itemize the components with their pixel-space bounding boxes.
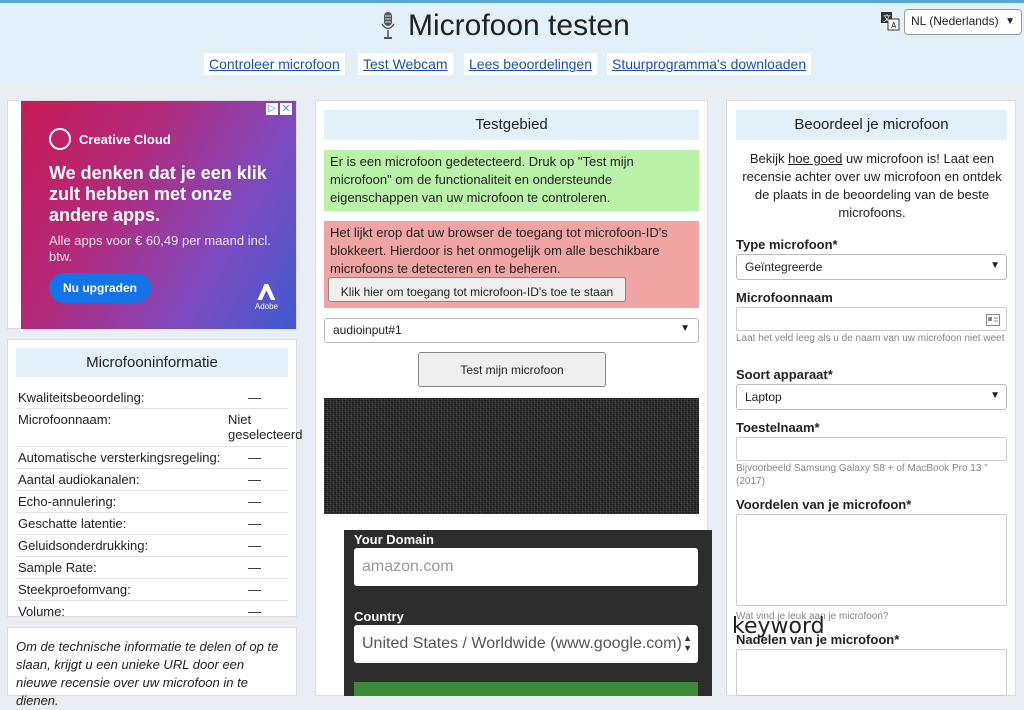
nav-link[interactable]: Stuurprogramma's downloaden: [607, 53, 812, 75]
adchoices-icon[interactable]: ▷: [266, 103, 278, 115]
close-ad-icon[interactable]: ✕: [280, 103, 292, 115]
how-good-link[interactable]: hoe goed: [788, 151, 842, 166]
mic-info-title: Microfooninformatie: [16, 348, 288, 377]
nav-item-check-mic[interactable]: Controleer microfoon: [204, 53, 345, 75]
nav-item-reviews[interactable]: Lees beoordelingen: [464, 53, 597, 75]
language-select[interactable]: NL (Nederlands) ▼: [904, 9, 1022, 35]
cons-label: Nadelen van je microfoon*: [736, 632, 900, 647]
chevron-down-icon: ▼: [990, 390, 1000, 401]
select-arrows-icon: ▲ ▼: [683, 633, 692, 653]
device-type-value: Laptop: [745, 390, 782, 404]
nav-link[interactable]: Test Webcam: [358, 53, 453, 75]
blocked-message: Het lijkt erop dat uw browser de toegang…: [324, 221, 699, 308]
device-select[interactable]: audioinput#1 ▼: [324, 318, 699, 343]
info-row: Aantal audiokanalen: —: [16, 469, 288, 491]
mic-name-input[interactable]: [736, 307, 1007, 331]
ad-brand: Creative Cloud: [49, 128, 171, 150]
info-row: Echo-annulering: —: [16, 491, 288, 513]
info-row: Microfoonnaam: Niet geselecteerd: [16, 409, 302, 447]
model-input[interactable]: [736, 437, 1007, 461]
type-value: Geïntegreerde: [745, 260, 823, 274]
chevron-down-icon: ▼: [990, 260, 1000, 271]
test-mic-button[interactable]: Test mijn microfoon: [418, 352, 606, 387]
cons-textarea[interactable]: [736, 649, 1007, 696]
adobe-icon: [257, 284, 276, 300]
ad-subtext: Alle apps voor € 60,49 per maand incl. b…: [49, 233, 271, 264]
microphone-icon: [380, 11, 396, 41]
svg-text:文: 文: [883, 13, 891, 23]
mic-info-table: Kwaliteitsbeoordeling: — Microfoonnaam: Ni…: [8, 387, 302, 623]
ad-headline: We denken dat je een klik zult hebben me…: [49, 163, 267, 225]
header-bar: Microfoon testen Controleer microfoon Te…: [0, 0, 1024, 84]
country-value: United States / Worldwide (www.google.co…: [362, 635, 682, 652]
info-row: Volume: —: [16, 601, 288, 623]
ad-cta-button[interactable]: Nu upgraden: [49, 273, 151, 303]
review-intro: Bekijk hoe goed uw microfoon is! Laat ee…: [742, 151, 1002, 220]
info-row: Sample Rate: —: [16, 557, 288, 579]
info-row: Kwaliteitsbeoordeling: —: [16, 387, 288, 409]
contact-card-icon: [986, 313, 1000, 331]
nav-item-drivers[interactable]: Stuurprogramma's downloaden: [607, 53, 812, 75]
test-title: Testgebied: [324, 110, 699, 140]
device-value: audioinput#1: [333, 323, 402, 337]
adobe-logo: Adobe: [255, 284, 278, 311]
svg-text:A: A: [891, 21, 897, 30]
detected-message: Er is een microfoon gedetecteerd. Druk o…: [324, 150, 699, 211]
adobe-text: Adobe: [254, 302, 278, 311]
mic-name-label: Microfoonnaam: [736, 290, 833, 305]
type-select[interactable]: Geïntegreerde ▼: [736, 254, 1007, 280]
domain-input[interactable]: amazon.com: [354, 548, 698, 586]
ad-banner[interactable]: Creative Cloud We denken dat je een klik…: [21, 101, 296, 329]
allow-ids-button[interactable]: Klik hier om toegang tot microfoon-ID's …: [328, 277, 626, 302]
submit-button[interactable]: [354, 682, 698, 696]
translate-icon: 文A: [880, 11, 900, 31]
audio-visualizer: [324, 398, 699, 514]
title-text: Microfoon testen: [408, 9, 630, 42]
pros-textarea[interactable]: [736, 514, 1007, 606]
chevron-down-icon: ▼: [680, 323, 690, 334]
mic-info-panel: Microfooninformatie Kwaliteitsbeoordelin…: [7, 339, 302, 623]
device-type-label: Soort apparaat*: [736, 367, 833, 382]
info-row: Steekproefomvang: —: [16, 579, 288, 601]
review-title: Beoordeel je microfoon: [736, 110, 1007, 140]
share-note: Om de technische informatie te delen of …: [7, 627, 297, 708]
mic-name-hint: Laat het veld leeg als u de naam van uw …: [736, 333, 1005, 344]
country-select[interactable]: United States / Worldwide (www.google.co…: [354, 625, 698, 663]
domain-widget: Your Domain amazon.com Country United St…: [344, 530, 712, 696]
model-hint: Bijvoorbeeld Samsung Galaxy S8 + of MacB…: [736, 463, 988, 487]
type-label: Type microfoon*: [736, 237, 838, 252]
ad-brand-text: Creative Cloud: [79, 131, 171, 147]
language-value: NL (Nederlands): [911, 14, 999, 28]
info-row: Automatische versterkingsregeling: —: [16, 447, 288, 469]
domain-label: Your Domain: [354, 532, 434, 547]
nav-link[interactable]: Controleer microfoon: [204, 53, 345, 75]
blocked-text: Het lijkt erop dat uw browser de toegang…: [330, 225, 668, 276]
page-title: Microfoon testen: [380, 9, 630, 43]
country-label: Country: [354, 609, 404, 624]
device-type-select[interactable]: Laptop ▼: [736, 384, 1007, 410]
nav-link[interactable]: Lees beoordelingen: [464, 53, 597, 75]
model-label: Toestelnaam*: [736, 420, 820, 435]
nav-item-webcam[interactable]: Test Webcam: [358, 53, 453, 75]
info-row: Geluidsonderdrukking: —: [16, 535, 288, 557]
pros-label: Voordelen van je microfoon*: [736, 497, 912, 512]
chevron-down-icon: ▼: [1005, 16, 1015, 27]
info-row: Geschatte latentie: —: [16, 513, 288, 535]
creative-cloud-icon: [49, 128, 71, 150]
